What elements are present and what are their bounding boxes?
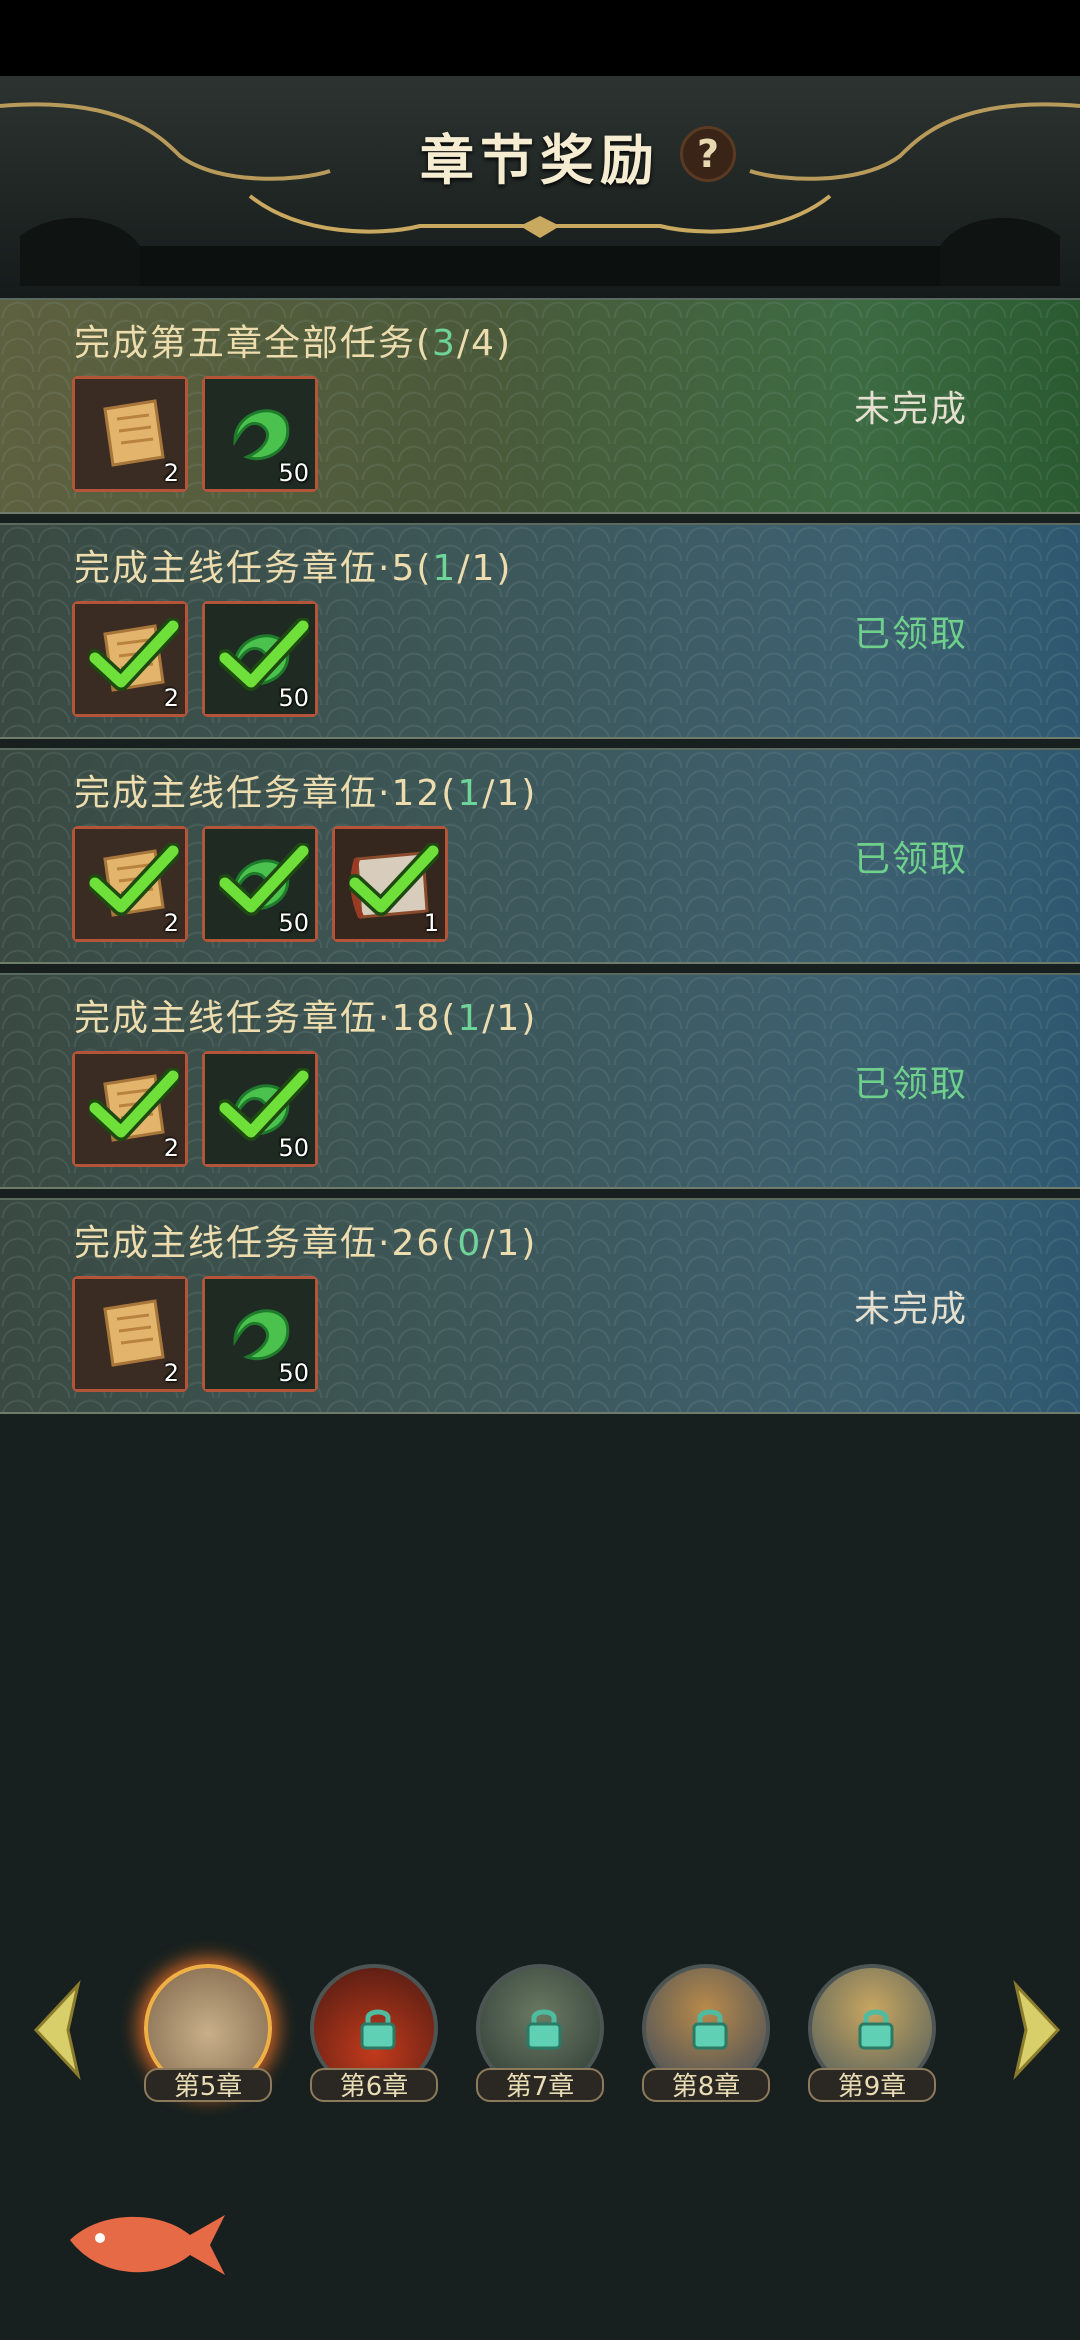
task-progress-current: 0 <box>457 1223 483 1264</box>
task-title-text: 完成主线任务章伍·18( <box>74 998 458 1039</box>
task-title: 完成主线任务章伍·12(1/1) <box>74 764 537 816</box>
reward-count: 2 <box>163 909 179 937</box>
task-title-text: 完成主线任务章伍·26( <box>74 1223 458 1264</box>
chapter-label: 第5章 <box>144 2068 272 2102</box>
reward-count: 50 <box>278 909 309 937</box>
reward-item[interactable]: 2 <box>72 1276 188 1392</box>
chapter-selector: 第5章 第6章 第7章 第8章 第9章 <box>0 1940 1080 2120</box>
task-status[interactable]: 已领取 <box>854 1055 968 1107</box>
task-progress-total: /1) <box>482 998 538 1039</box>
task-progress-total: /1) <box>457 548 513 589</box>
task-progress-current: 1 <box>457 998 483 1039</box>
reward-count: 2 <box>163 1134 179 1162</box>
task-title: 完成主线任务章伍·5(1/1) <box>74 539 512 591</box>
help-button[interactable]: ? <box>680 126 736 182</box>
reward-item[interactable]: 2 <box>72 601 188 717</box>
task-status[interactable]: 未完成 <box>854 380 968 432</box>
task-progress-current: 3 <box>432 323 457 364</box>
reward-item[interactable]: 50 <box>202 826 318 942</box>
task-row[interactable]: 完成主线任务章伍·26(0/1) 2 50 未完成 <box>0 1198 1080 1414</box>
next-chapter-button[interactable] <box>1006 1980 1066 2080</box>
task-progress-current: 1 <box>457 773 483 814</box>
status-bar <box>0 0 1080 76</box>
chapter-tab[interactable]: 第6章 <box>306 1964 442 2114</box>
reward-count: 50 <box>278 459 309 487</box>
chapter-label: 第7章 <box>476 2068 604 2102</box>
reward-count: 2 <box>163 459 179 487</box>
task-title: 完成主线任务章伍·26(0/1) <box>74 1214 537 1266</box>
task-progress-total: /1) <box>482 1223 538 1264</box>
task-progress-total: /1) <box>482 773 538 814</box>
task-status[interactable]: 未完成 <box>854 1280 968 1332</box>
chapter-tab[interactable]: 第5章 <box>140 1964 276 2114</box>
page-title: 章节奖励 <box>420 129 660 192</box>
reward-item[interactable]: 50 <box>202 1276 318 1392</box>
task-title-text: 完成主线任务章伍·5( <box>74 548 433 589</box>
task-progress-current: 1 <box>432 548 458 589</box>
chapter-tab[interactable]: 第8章 <box>638 1964 774 2114</box>
chapter-label: 第8章 <box>642 2068 770 2102</box>
task-row[interactable]: 完成主线任务章伍·18(1/1) 2 50 已领取 <box>0 973 1080 1189</box>
task-row[interactable]: 完成主线任务章伍·5(1/1) 2 50 已领取 <box>0 523 1080 739</box>
task-title: 完成主线任务章伍·18(1/1) <box>74 989 537 1041</box>
reward-item[interactable]: 50 <box>202 1051 318 1167</box>
lock-icon <box>360 2009 396 2050</box>
chapter-label: 第9章 <box>808 2068 936 2102</box>
reward-count: 2 <box>163 684 179 712</box>
reward-count: 2 <box>163 1359 179 1387</box>
lock-icon <box>858 2009 894 2050</box>
task-row[interactable]: 完成主线任务章伍·12(1/1) 2 50 1 已领取 <box>0 748 1080 964</box>
reward-count: 50 <box>278 1359 309 1387</box>
task-status[interactable]: 已领取 <box>854 605 968 657</box>
task-status[interactable]: 已领取 <box>854 830 968 882</box>
reward-count: 50 <box>278 684 309 712</box>
reward-item[interactable]: 50 <box>202 376 318 492</box>
reward-item[interactable]: 2 <box>72 376 188 492</box>
reward-item[interactable]: 2 <box>72 826 188 942</box>
reward-item[interactable]: 1 <box>332 826 448 942</box>
task-title: 完成第五章全部任务(3/4) <box>74 314 512 366</box>
prev-chapter-button[interactable] <box>28 1980 88 2080</box>
header: 章节奖励 ? <box>0 76 1080 298</box>
lock-icon <box>692 2009 728 2050</box>
lock-icon <box>526 2009 562 2050</box>
chapter-label: 第6章 <box>310 2068 438 2102</box>
reward-count: 50 <box>278 1134 309 1162</box>
task-progress-total: /4) <box>456 323 513 364</box>
reward-count: 1 <box>423 909 439 937</box>
reward-item[interactable]: 2 <box>72 1051 188 1167</box>
chapter-tab[interactable]: 第7章 <box>472 1964 608 2114</box>
chapter-tab[interactable]: 第9章 <box>804 1964 940 2114</box>
koi-fish-icon[interactable] <box>60 2200 230 2290</box>
task-row[interactable]: 完成第五章全部任务(3/4) 2 50 未完成 <box>0 298 1080 514</box>
task-title-text: 完成第五章全部任务( <box>74 323 433 364</box>
task-title-text: 完成主线任务章伍·12( <box>74 773 458 814</box>
reward-item[interactable]: 50 <box>202 601 318 717</box>
